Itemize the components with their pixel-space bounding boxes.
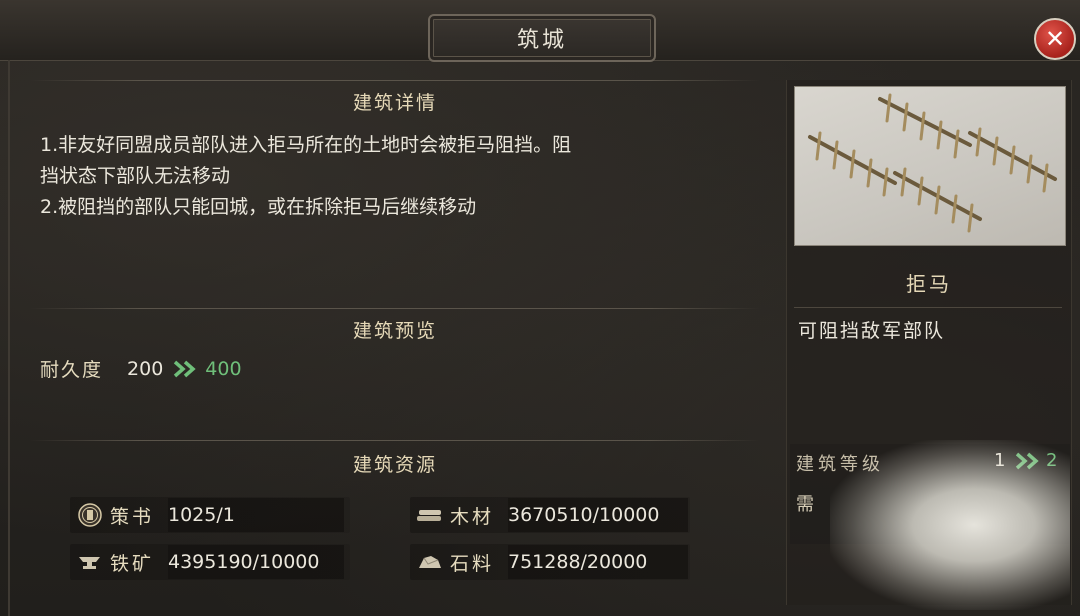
dialog-title: 筑城	[516, 28, 567, 53]
scroll-seal-icon	[70, 502, 110, 528]
building-level-label: 建筑等级	[796, 454, 884, 475]
details-text: 1.非友好同盟成员部队进入拒马所在的土地时会被拒马阻挡。阻 挡状态下部队无法移动…	[40, 134, 572, 218]
resources-divider	[30, 440, 760, 441]
preview-divider	[30, 308, 760, 309]
anvil-icon	[70, 552, 110, 572]
level-upgrade-arrow-icon	[1015, 452, 1039, 470]
durability-next: 400	[205, 357, 242, 380]
building-preview-image	[794, 86, 1066, 246]
details-heading: 建筑详情	[352, 92, 437, 114]
resource-label: 木材	[450, 505, 495, 528]
dialog-title-plate: 筑城	[428, 14, 656, 62]
resource-item-wood: 木材 3670510/10000	[410, 497, 690, 533]
resource-item-iron: 铁矿 4395190/10000	[70, 544, 350, 580]
building-level-current: 1	[994, 450, 1006, 471]
resource-label: 铁矿	[110, 552, 155, 575]
resource-label: 策书	[110, 505, 155, 528]
build-requirement-label: 需	[796, 494, 814, 515]
resource-value: 751288/20000	[508, 551, 648, 573]
stone-icon	[410, 552, 450, 572]
resource-item-stone: 石料 751288/20000	[410, 544, 690, 580]
building-level-next: 2	[1046, 450, 1058, 471]
dialog-left-border	[8, 60, 10, 616]
building-name: 拒马	[906, 272, 952, 296]
durability-label: 耐久度	[40, 359, 104, 381]
resource-item-scroll: 策书 1025/1	[70, 497, 350, 533]
wood-icon	[410, 505, 450, 525]
building-name-divider	[794, 307, 1062, 308]
details-top-divider	[30, 80, 760, 81]
resources-heading: 建筑资源	[352, 454, 437, 476]
close-button[interactable]: ✕	[1034, 18, 1076, 60]
preview-heading: 建筑预览	[352, 320, 437, 342]
resource-value: 3670510/10000	[508, 504, 660, 526]
durability-current: 200	[127, 357, 164, 380]
upgrade-arrow-icon	[174, 360, 196, 377]
resource-label: 石料	[450, 552, 495, 575]
cheval-de-frise-illustration	[808, 93, 1057, 233]
resource-value: 1025/1	[168, 504, 235, 526]
close-icon: ✕	[1044, 25, 1066, 53]
resource-value: 4395190/10000	[168, 551, 320, 573]
building-description: 可阻挡敌军部队	[798, 320, 946, 342]
durability-row: 耐久度 200 400	[40, 355, 242, 382]
